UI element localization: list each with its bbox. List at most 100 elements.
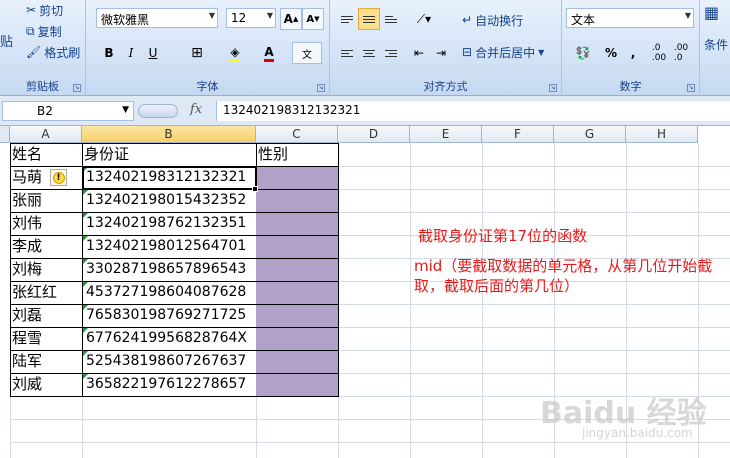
- number-group: 文本 ▼ 💱 % , .0.00 .00.0 数字 ↘: [562, 0, 700, 96]
- borders-button[interactable]: ⊞: [186, 42, 208, 64]
- id-cell[interactable]: 67762419956828764X: [84, 327, 256, 350]
- gender-cell[interactable]: [256, 166, 338, 189]
- wrap-text-button[interactable]: ↵ 自动换行: [462, 10, 523, 30]
- id-cell[interactable]: 365822197612278657: [84, 373, 256, 396]
- id-cell[interactable]: 453727198604087628: [84, 281, 256, 304]
- merge-center-label: 合并后居中: [475, 45, 536, 60]
- gender-cell[interactable]: [256, 235, 338, 258]
- decrease-decimal-button[interactable]: .00.0: [670, 42, 692, 64]
- name-cell[interactable]: 刘梅: [10, 258, 82, 281]
- name-box[interactable]: B2 ▼: [2, 101, 134, 121]
- shrink-font-button[interactable]: A ▼: [302, 8, 324, 30]
- id-cell[interactable]: 765830198769271725: [84, 304, 256, 327]
- number-format-combo[interactable]: 文本 ▼: [566, 8, 694, 28]
- number-launcher-icon[interactable]: ↘: [687, 84, 695, 92]
- percent-button[interactable]: %: [600, 42, 622, 64]
- insert-function-icon[interactable]: fx: [190, 102, 202, 117]
- clipboard-launcher-icon[interactable]: ↘: [73, 84, 81, 92]
- text-number-indicator-icon: [83, 236, 88, 241]
- id-cell[interactable]: 525438198607267637: [84, 350, 256, 373]
- fill-color-button[interactable]: ◈: [224, 42, 246, 64]
- align-center-button[interactable]: [358, 42, 380, 64]
- header-cell-gender[interactable]: 性别: [256, 143, 338, 166]
- align-bottom-icon: [385, 15, 397, 23]
- gender-cell[interactable]: [256, 304, 338, 327]
- align-center-icon: [363, 49, 375, 57]
- gender-cell[interactable]: [256, 373, 338, 396]
- grow-font-button[interactable]: A ▲: [280, 8, 302, 30]
- underline-button[interactable]: U: [142, 42, 164, 64]
- scissors-icon: ✂: [26, 3, 37, 17]
- id-cell[interactable]: 132402198762132351: [84, 212, 256, 235]
- column-header-b[interactable]: B: [82, 126, 256, 143]
- id-cell[interactable]: 132402198012564701: [84, 235, 256, 258]
- column-header-e[interactable]: E: [410, 126, 482, 143]
- bold-button[interactable]: B: [98, 42, 120, 64]
- column-header-d[interactable]: D: [338, 126, 410, 143]
- increase-indent-button[interactable]: ⇥: [430, 42, 452, 64]
- name-cell[interactable]: 刘威: [10, 373, 82, 396]
- column-header-f[interactable]: F: [482, 126, 554, 143]
- column-header-c[interactable]: C: [256, 126, 338, 143]
- conditional-format-button[interactable]: 条件: [704, 34, 728, 54]
- column-header-h[interactable]: H: [626, 126, 698, 143]
- font-name-combo[interactable]: 微软雅黑 ▼: [96, 8, 218, 28]
- gender-cell[interactable]: [256, 189, 338, 212]
- comma-button[interactable]: ,: [622, 42, 644, 64]
- gender-cell[interactable]: [256, 212, 338, 235]
- cut-button[interactable]: ✂ 剪切: [26, 0, 63, 20]
- phonetic-icon: 文: [302, 49, 312, 61]
- alignment-launcher-icon[interactable]: ↘: [549, 84, 557, 92]
- format-painter-button[interactable]: 🖌 格式刷: [26, 42, 80, 62]
- orientation-button[interactable]: ⟋▾: [410, 8, 438, 30]
- name-cell[interactable]: 陆军: [10, 350, 82, 373]
- paste-button[interactable]: 贴: [0, 30, 13, 50]
- chevron-down-icon: ▼: [122, 105, 129, 115]
- error-smart-tag[interactable]: !: [50, 169, 67, 186]
- font-launcher-icon[interactable]: ↘: [317, 84, 325, 92]
- align-bottom-button[interactable]: [380, 8, 402, 30]
- conditional-format-icon: ▦: [704, 2, 720, 22]
- font-size-combo[interactable]: 12 ▼: [226, 8, 276, 28]
- column-header-a[interactable]: A: [10, 126, 82, 143]
- align-right-button[interactable]: [380, 42, 402, 64]
- copy-icon: ⧉: [26, 23, 35, 38]
- currency-button[interactable]: 💱: [568, 42, 598, 64]
- formula-bar-resize-handle[interactable]: [138, 104, 178, 118]
- increase-decimal-button[interactable]: .0.00: [648, 42, 670, 64]
- cut-label: 剪切: [39, 3, 64, 18]
- font-color-button[interactable]: A: [258, 42, 280, 64]
- gender-cell[interactable]: [256, 327, 338, 350]
- header-cell-id[interactable]: 身份证: [82, 143, 256, 166]
- merge-center-button[interactable]: ⊟ 合并后居中 ▼: [462, 42, 544, 62]
- decrease-indent-button[interactable]: ⇤: [408, 42, 430, 64]
- name-cell[interactable]: 张丽: [10, 189, 82, 212]
- fill-handle[interactable]: [252, 186, 258, 192]
- align-top-button[interactable]: [336, 8, 358, 30]
- align-left-button[interactable]: [336, 42, 358, 64]
- formula-input[interactable]: 132402198312132321: [216, 101, 730, 121]
- copy-button[interactable]: ⧉ 复制: [26, 21, 62, 41]
- column-header-g[interactable]: G: [554, 126, 626, 143]
- gender-cell[interactable]: [256, 281, 338, 304]
- select-all-corner[interactable]: [0, 126, 10, 143]
- header-cell-name[interactable]: 姓名: [10, 143, 82, 166]
- name-cell[interactable]: 张红红: [10, 281, 82, 304]
- align-top-icon: [341, 15, 353, 23]
- name-cell[interactable]: 刘磊: [10, 304, 82, 327]
- name-cell[interactable]: 程雪: [10, 327, 82, 350]
- italic-button[interactable]: I: [120, 42, 142, 64]
- align-middle-button[interactable]: [358, 8, 380, 30]
- id-cell[interactable]: 330287198657896543: [84, 258, 256, 281]
- font-color-icon: A: [264, 45, 274, 62]
- gender-cell[interactable]: [256, 350, 338, 373]
- id-cell[interactable]: 132402198015432352: [84, 189, 256, 212]
- number-group-label: 数字: [619, 80, 642, 93]
- name-cell[interactable]: 李成: [10, 235, 82, 258]
- phonetic-button[interactable]: 文: [292, 42, 322, 64]
- name-cell[interactable]: 马萌: [10, 166, 82, 189]
- gender-cell[interactable]: [256, 258, 338, 281]
- copy-label: 复制: [37, 24, 62, 39]
- text-number-indicator-icon: [83, 259, 88, 264]
- name-cell[interactable]: 刘伟: [10, 212, 82, 235]
